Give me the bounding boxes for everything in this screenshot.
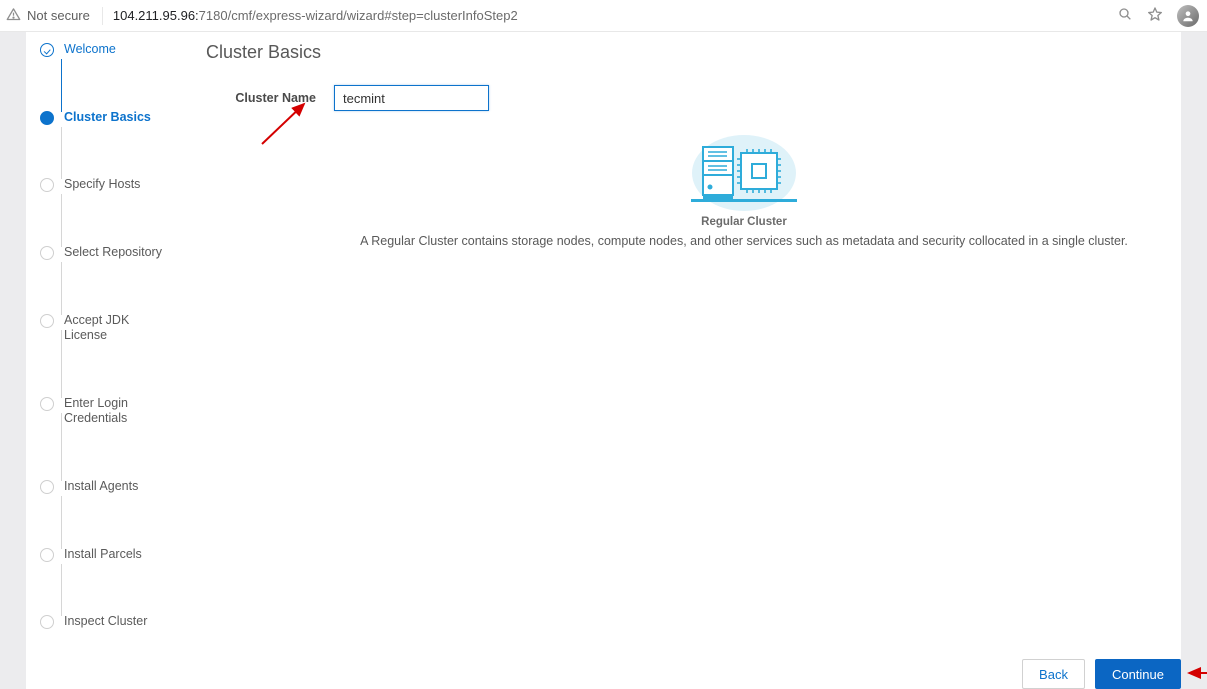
cluster-type-block: Regular Cluster A Regular Cluster contai… [334,129,1154,248]
not-secure-label: Not secure [27,8,90,23]
step-label: Install Parcels [64,547,142,563]
divider [102,7,103,25]
step-label: Cluster Basics [64,110,151,126]
step-label: Select Repository [64,245,162,261]
step-bullet-icon [40,111,54,125]
step-connector [61,194,62,247]
step-bullet-icon [40,314,54,328]
step-connector [61,330,62,398]
step-label: Install Agents [64,479,138,495]
wizard-step-cluster-basics[interactable]: Cluster Basics [40,110,176,178]
step-connector [61,413,62,481]
wizard-steps-sidebar: Welcome Cluster Basics Specify Hosts Select… [26,32,176,689]
wizard-step-agents[interactable]: Install Agents [40,479,176,547]
wizard-step-select-repo[interactable]: Select Repository [40,245,176,313]
step-connector [61,496,62,549]
wizard-step-parcels[interactable]: Install Parcels [40,547,176,615]
step-connector [61,262,62,315]
step-label: Enter Login Credentials [64,396,164,427]
wizard-step-login[interactable]: Enter Login Credentials [40,396,176,479]
back-button[interactable]: Back [1022,659,1085,689]
cluster-type-description: A Regular Cluster contains storage nodes… [334,234,1154,248]
wizard-panel: Welcome Cluster Basics Specify Hosts Select… [26,32,1181,689]
workspace: Welcome Cluster Basics Specify Hosts Select… [0,32,1207,689]
wizard-step-jdk[interactable]: Accept JDK License [40,313,176,396]
regular-cluster-icon [669,129,819,211]
zoom-icon[interactable] [1117,6,1133,25]
footer-buttons: Back Continue [1022,659,1181,689]
cluster-name-row: Cluster Name [206,85,1159,111]
step-bullet-icon [40,615,54,629]
step-bullet-icon [40,178,54,192]
profile-avatar[interactable] [1177,5,1199,27]
step-label: Accept JDK License [64,313,164,344]
not-secure-icon [6,7,21,25]
step-bullet-icon [40,397,54,411]
cluster-name-label: Cluster Name [206,91,316,105]
step-connector [61,564,62,617]
step-bullet-icon [40,246,54,260]
wizard-content: Cluster Basics Cluster Name [176,32,1181,689]
wizard-step-specify-hosts[interactable]: Specify Hosts [40,177,176,245]
url-display[interactable]: 104.211.95.96:7180/cmf/express-wizard/wi… [113,8,518,23]
star-icon[interactable] [1147,6,1163,25]
wizard-step-welcome[interactable]: Welcome [40,42,176,110]
step-bullet-icon [40,480,54,494]
step-label: Specify Hosts [64,177,140,193]
page-title: Cluster Basics [206,42,1159,63]
url-path: 7180/cmf/express-wizard/wizard#step=clus… [199,8,518,23]
step-label: Welcome [64,42,116,58]
cluster-type-caption: Regular Cluster [334,216,1154,228]
scrollbar-track[interactable] [1193,32,1207,689]
wizard-step-inspect[interactable]: Inspect Cluster [40,614,176,634]
continue-button[interactable]: Continue [1095,659,1181,689]
cluster-name-input[interactable] [334,85,489,111]
step-label: Inspect Cluster [64,614,147,630]
step-connector [61,127,62,180]
step-bullet-icon [40,548,54,562]
url-host: 104.211.95.96: [113,8,199,23]
cluster-type-figure: Regular Cluster [334,129,1154,228]
step-connector [61,59,62,112]
browser-address-bar: Not secure 104.211.95.96:7180/cmf/expres… [0,0,1207,32]
step-bullet-icon [40,43,54,57]
